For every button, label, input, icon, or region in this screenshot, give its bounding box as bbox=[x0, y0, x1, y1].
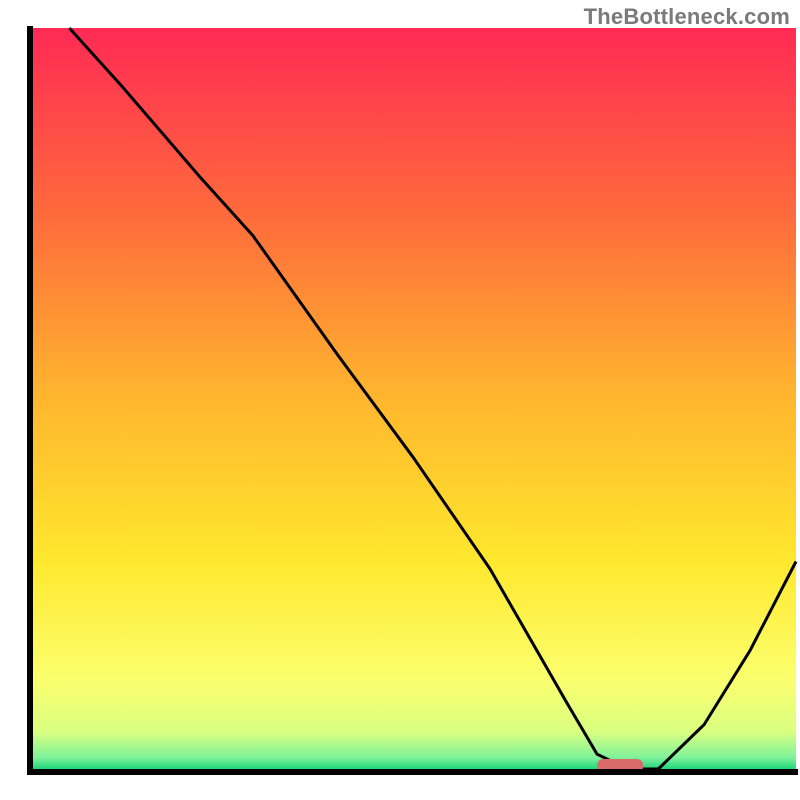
chart-svg bbox=[0, 0, 800, 800]
watermark-label: TheBottleneck.com bbox=[584, 4, 790, 30]
plot-background bbox=[31, 28, 796, 769]
bottleneck-chart: TheBottleneck.com bbox=[0, 0, 800, 800]
